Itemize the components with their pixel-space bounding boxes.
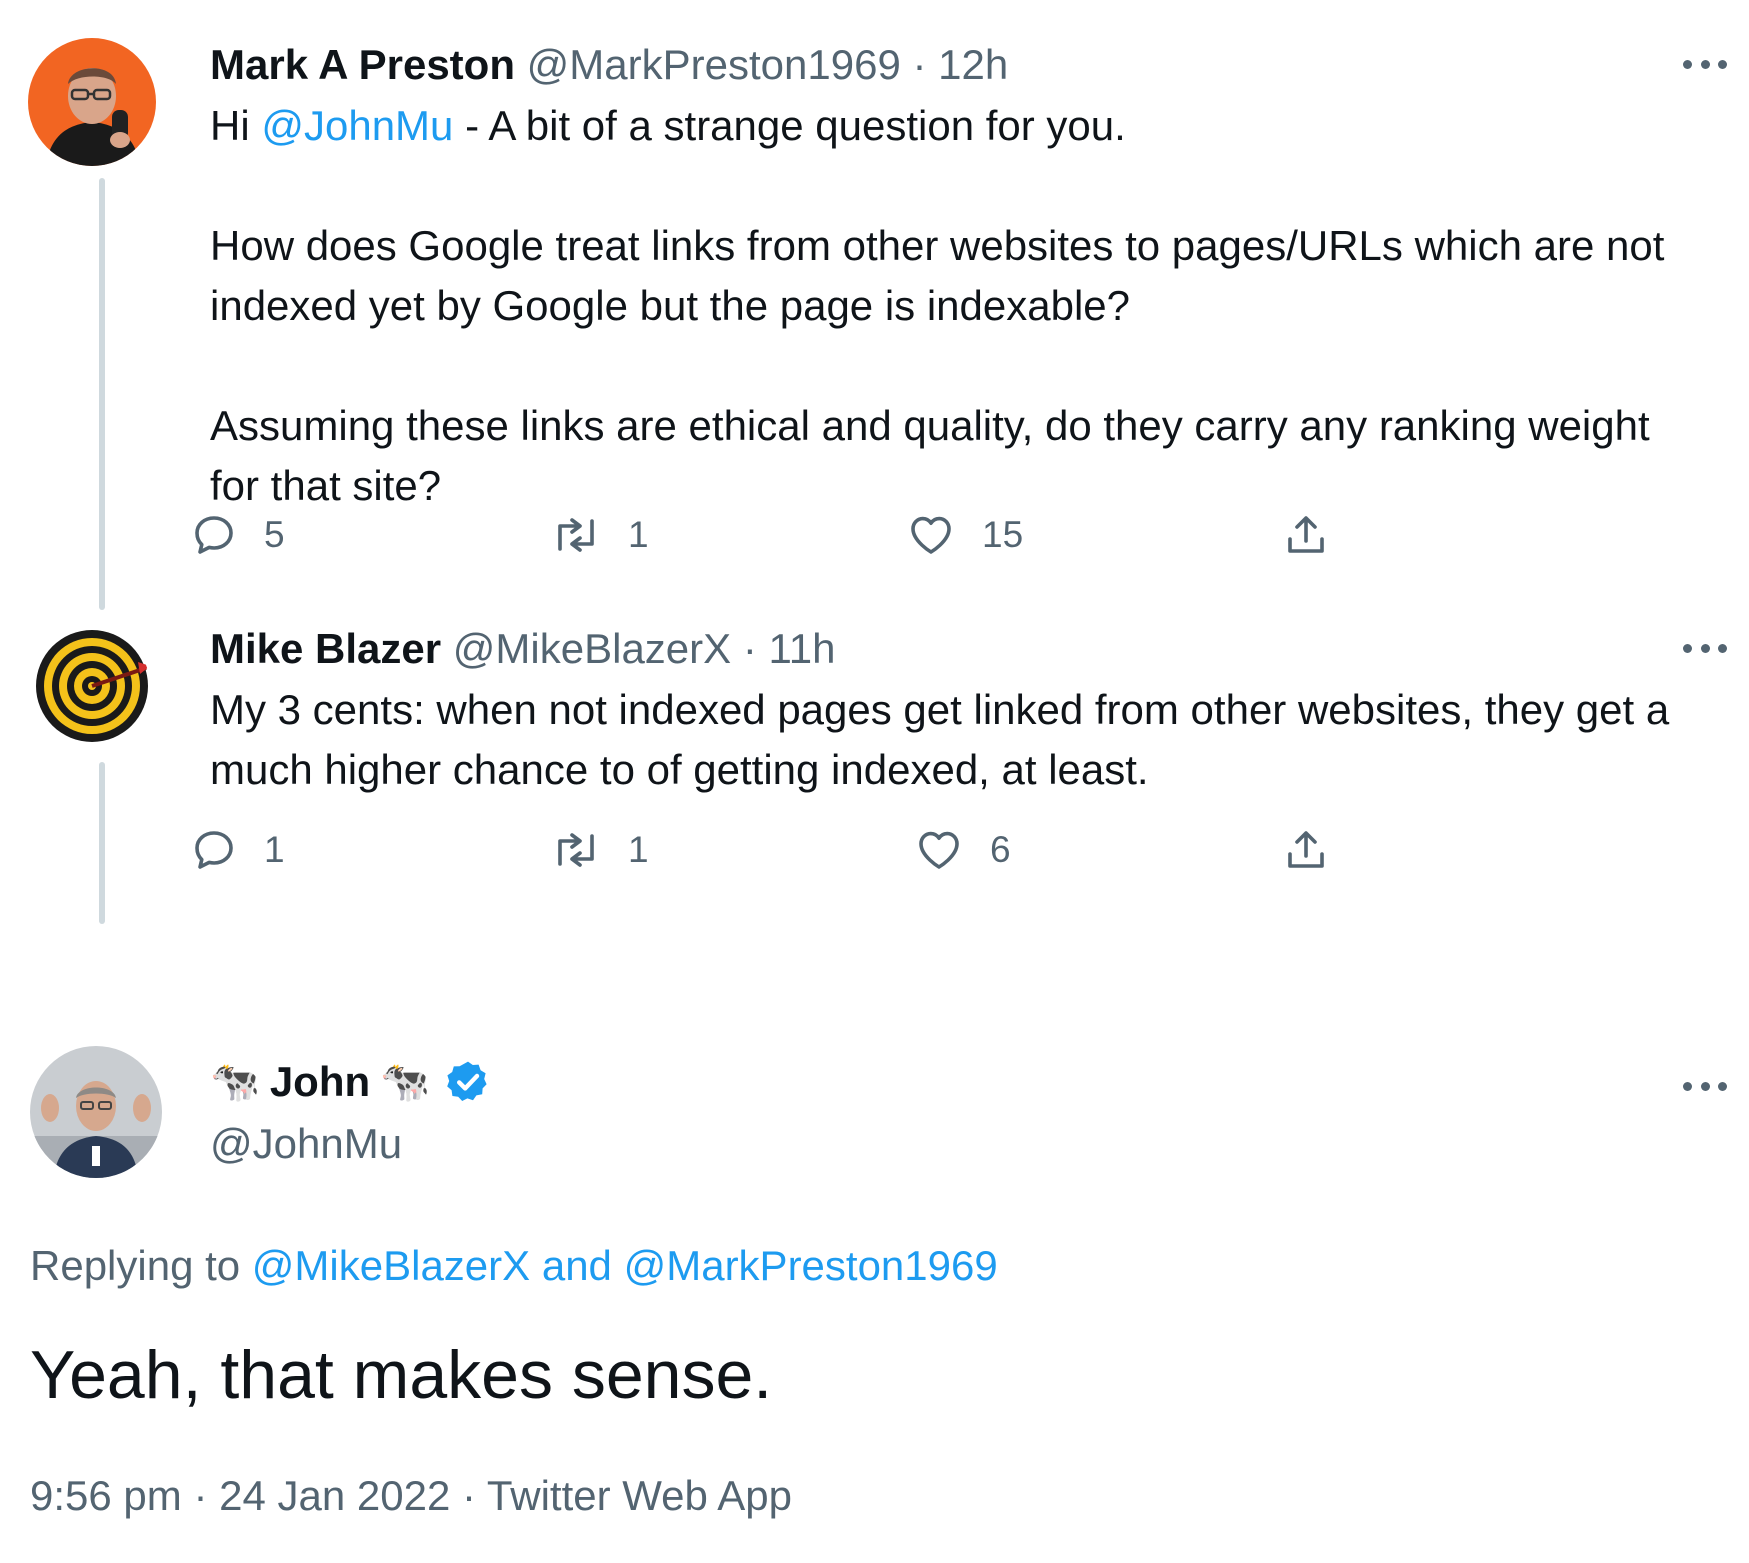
like-button[interactable]: 15 <box>906 507 1023 563</box>
separator-dot: · <box>742 625 757 672</box>
like-count: 15 <box>982 514 1024 555</box>
main-author-handle[interactable]: @JohnMu <box>210 1116 402 1172</box>
reply-icon <box>195 516 233 554</box>
replying-label: Replying to <box>30 1242 241 1289</box>
share-icon <box>1288 516 1324 553</box>
verified-badge-icon <box>447 1061 487 1101</box>
separator-dot: · <box>193 1472 208 1519</box>
more-options-icon[interactable] <box>1683 54 1727 74</box>
tweet-time[interactable]: 12h <box>938 41 1008 88</box>
author-handle[interactable]: @MarkPreston1969 <box>527 41 901 88</box>
like-count: 6 <box>990 829 1011 870</box>
tweet-date[interactable]: 24 Jan 2022 <box>219 1472 450 1519</box>
reply-icon <box>195 831 233 869</box>
avatar-john-mu[interactable] <box>30 1046 162 1178</box>
tweet-header: Mike Blazer @MikeBlazerX · 11h <box>210 624 835 674</box>
author-name[interactable]: Mark A Preston <box>210 41 515 88</box>
tweet-actions: 1 1 6 <box>195 822 1510 878</box>
more-options-icon[interactable] <box>1683 638 1727 658</box>
more-options-icon[interactable] <box>1683 1076 1727 1096</box>
retweet-count: 1 <box>628 829 649 870</box>
tweet-actions: 5 1 15 <box>195 507 1510 563</box>
tweet-text: Hi @JohnMu - A bit of a strange question… <box>210 102 1665 509</box>
reply-count: 5 <box>264 514 285 555</box>
thread-connector <box>99 178 105 610</box>
separator-dot: · <box>912 41 927 88</box>
reply-button[interactable]: 1 <box>190 822 285 878</box>
replying-to: Replying to @MikeBlazerX and @MarkPresto… <box>30 1238 998 1294</box>
tweet-timestamp: 9:56 pm · 24 Jan 2022 · Twitter Web App <box>30 1468 792 1524</box>
reply-count: 1 <box>264 829 285 870</box>
retweet-count: 1 <box>628 514 649 555</box>
retweet-icon <box>558 833 594 867</box>
share-button[interactable] <box>1282 507 1330 563</box>
tweet-source[interactable]: Twitter Web App <box>487 1472 792 1519</box>
retweet-button[interactable]: 1 <box>550 507 649 563</box>
cow-emoji: 🐄 <box>380 1060 430 1104</box>
tweet-header: Mark A Preston @MarkPreston1969 · 12h <box>210 40 1008 90</box>
reply-button[interactable]: 5 <box>190 507 285 563</box>
tweet-time[interactable]: 11h <box>769 625 836 672</box>
author-name[interactable]: Mike Blazer <box>210 625 441 672</box>
share-icon <box>1288 831 1324 868</box>
share-button[interactable] <box>1282 822 1330 878</box>
heart-icon <box>911 516 951 554</box>
replying-users-link[interactable]: @MikeBlazerX and @MarkPreston1969 <box>252 1242 998 1289</box>
mention-link[interactable]: @JohnMu <box>261 102 453 149</box>
main-author-name[interactable]: 🐄 John 🐄 <box>210 1054 492 1110</box>
retweet-button[interactable]: 1 <box>550 822 649 878</box>
author-name[interactable]: John <box>270 1054 370 1110</box>
like-button[interactable]: 6 <box>914 822 1011 878</box>
author-handle[interactable]: @MikeBlazerX <box>453 625 731 672</box>
tweet-time[interactable]: 9:56 pm <box>30 1472 182 1519</box>
avatar-mike-blazer[interactable] <box>34 628 150 744</box>
main-tweet-text: Yeah, that makes sense. <box>30 1337 773 1413</box>
tweet-text: My 3 cents: when not indexed pages get l… <box>210 686 1670 793</box>
separator-dot: · <box>462 1472 476 1519</box>
heart-icon <box>919 831 959 869</box>
thread-connector <box>99 762 105 924</box>
avatar-mark-preston[interactable] <box>28 38 156 166</box>
retweet-icon <box>558 518 594 552</box>
cow-emoji: 🐄 <box>210 1060 260 1104</box>
